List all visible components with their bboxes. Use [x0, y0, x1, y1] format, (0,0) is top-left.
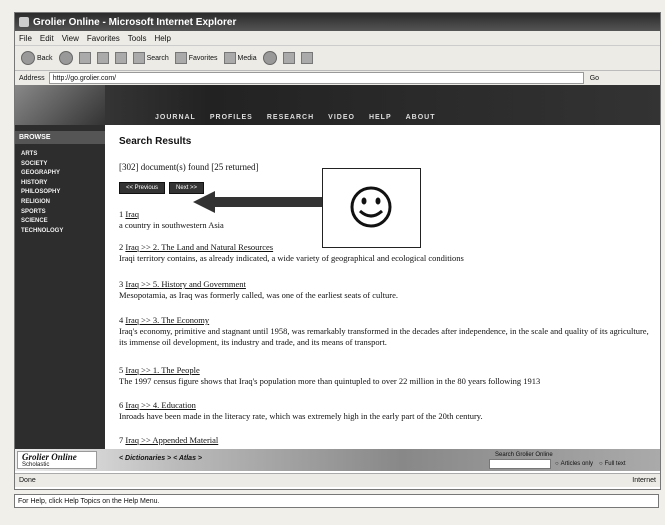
search-icon [132, 52, 145, 64]
result-desc: Mesopotamia, as Iraq was formerly called… [119, 290, 398, 300]
result-link[interactable]: Iraq [125, 209, 139, 219]
result-link[interactable]: Iraq >> 1. The People [125, 365, 199, 375]
list-item: 5 Iraq >> 1. The People The 1997 census … [119, 365, 541, 386]
forward-icon [58, 51, 73, 65]
nav-about[interactable]: ABOUT [406, 114, 436, 121]
list-item: 6 Iraq >> 4. Education Inroads have been… [119, 400, 483, 421]
history-button[interactable] [262, 51, 277, 65]
grolier-toolbar: Grolier Online Scholastic < Dictionaries… [15, 449, 660, 471]
radio-full-text[interactable]: Full text [599, 461, 626, 467]
smiley-icon [350, 186, 392, 228]
bottom-tabs[interactable]: < Dictionaries > < Atlas > [119, 455, 202, 462]
status-bar: Done Internet [15, 473, 660, 487]
address-input[interactable]: http://go.grolier.com/ [48, 72, 584, 84]
help-bar: For Help, click Help Topics on the Help … [14, 494, 659, 508]
address-bar: Address http://go.grolier.com/ Go [15, 71, 660, 85]
help-text: For Help, click Help Topics on the Help … [18, 497, 160, 505]
result-desc: Iraqi territory contains, as already ind… [119, 253, 464, 263]
result-desc: a country in southwestern Asia [119, 220, 224, 230]
site-header: JOURNAL PROFILES RESEARCH VIDEO HELP ABO… [15, 85, 660, 125]
nav-profiles[interactable]: PROFILES [210, 114, 253, 121]
result-link[interactable]: Iraq >> Appended Material [125, 435, 218, 445]
nav-research[interactable]: RESEARCH [267, 114, 314, 121]
media-icon [223, 52, 236, 64]
search-input[interactable] [489, 459, 551, 469]
stop-button[interactable] [78, 52, 91, 64]
sidebar-item-arts[interactable]: ARTS [21, 150, 105, 160]
result-desc: Inroads have been made in the literacy r… [119, 411, 483, 421]
media-button[interactable]: Media [223, 52, 257, 64]
browse-heading: BROWSE [15, 131, 105, 144]
browser-window: Grolier Online - Microsoft Internet Expl… [14, 12, 661, 490]
menu-edit[interactable]: Edit [40, 34, 54, 43]
sidebar-item-sports[interactable]: SPORTS [21, 208, 105, 218]
print-button[interactable] [300, 52, 313, 64]
list-item: 4 Iraq >> 3. The Economy Iraq's economy,… [119, 315, 649, 347]
previous-button[interactable]: << Previous [119, 182, 166, 194]
page-title: Search Results [119, 136, 192, 147]
title-bar: Grolier Online - Microsoft Internet Expl… [15, 13, 660, 31]
list-item: 3 Iraq >> 5. History and Government Meso… [119, 279, 398, 300]
menu-bar: File Edit View Favorites Tools Help [15, 31, 660, 45]
sidebar-item-philosophy[interactable]: PHILOSOPHY [21, 188, 105, 198]
menu-view[interactable]: View [62, 34, 79, 43]
result-link[interactable]: Iraq >> 2. The Land and Natural Resource… [125, 242, 273, 252]
sidebar-item-science[interactable]: SCIENCE [21, 217, 105, 227]
search-button[interactable]: Search [132, 52, 169, 64]
sidebar-item-society[interactable]: SOCIETY [21, 160, 105, 170]
sidebar-item-history[interactable]: HISTORY [21, 179, 105, 189]
menu-tools[interactable]: Tools [128, 34, 147, 43]
result-link[interactable]: Iraq >> 3. The Economy [125, 315, 209, 325]
stop-icon [78, 52, 91, 64]
menu-help[interactable]: Help [154, 34, 170, 43]
result-link[interactable]: Iraq >> 4. Education [125, 400, 195, 410]
mail-icon [282, 52, 295, 64]
zone-text: Internet [632, 477, 656, 484]
sidebar-item-religion[interactable]: RELIGION [21, 198, 105, 208]
arrow-icon [193, 191, 323, 213]
nav-help[interactable]: HELP [369, 114, 392, 121]
nav-video[interactable]: VIDEO [328, 114, 355, 121]
search-options: Articles only Full text [555, 461, 626, 467]
star-icon [174, 52, 187, 64]
site-nav: JOURNAL PROFILES RESEARCH VIDEO HELP ABO… [155, 114, 436, 121]
menu-file[interactable]: File [19, 34, 32, 43]
status-text: Done [19, 477, 36, 484]
home-icon [114, 52, 127, 64]
list-item: 7 Iraq >> Appended Material [119, 435, 219, 445]
grolier-logo[interactable]: Grolier Online Scholastic [17, 451, 97, 469]
result-desc: Iraq's economy, primitive and stagnant u… [119, 326, 649, 347]
nav-journal[interactable]: JOURNAL [155, 114, 196, 121]
back-icon [21, 51, 35, 65]
ie-icon [19, 17, 29, 27]
refresh-button[interactable] [96, 52, 109, 64]
result-desc: The 1997 census figure shows that Iraq's… [119, 376, 541, 386]
sidebar-item-geography[interactable]: GEOGRAPHY [21, 169, 105, 179]
address-label: Address [19, 74, 45, 82]
toolbar: Back Search Favorites Media [15, 45, 660, 71]
radio-articles-only[interactable]: Articles only [555, 461, 593, 467]
back-button[interactable]: Back [21, 51, 53, 65]
sidebar-item-technology[interactable]: TECHNOLOGY [21, 227, 105, 237]
home-button[interactable] [114, 52, 127, 64]
smiley-box [322, 168, 421, 248]
mail-button[interactable] [282, 52, 295, 64]
menu-favorites[interactable]: Favorites [87, 34, 120, 43]
window-title: Grolier Online - Microsoft Internet Expl… [33, 16, 237, 28]
favorites-button[interactable]: Favorites [174, 52, 218, 64]
search-label: Search Grolier Online [495, 452, 553, 458]
print-icon [300, 52, 313, 64]
result-link[interactable]: Iraq >> 5. History and Government [125, 279, 246, 289]
forward-button[interactable] [58, 51, 73, 65]
site-logo[interactable] [15, 85, 105, 125]
go-button[interactable]: Go [590, 75, 599, 82]
sidebar: BROWSE ARTS SOCIETY GEOGRAPHY HISTORY PH… [15, 125, 105, 449]
refresh-icon [96, 52, 109, 64]
history-icon [262, 51, 277, 65]
